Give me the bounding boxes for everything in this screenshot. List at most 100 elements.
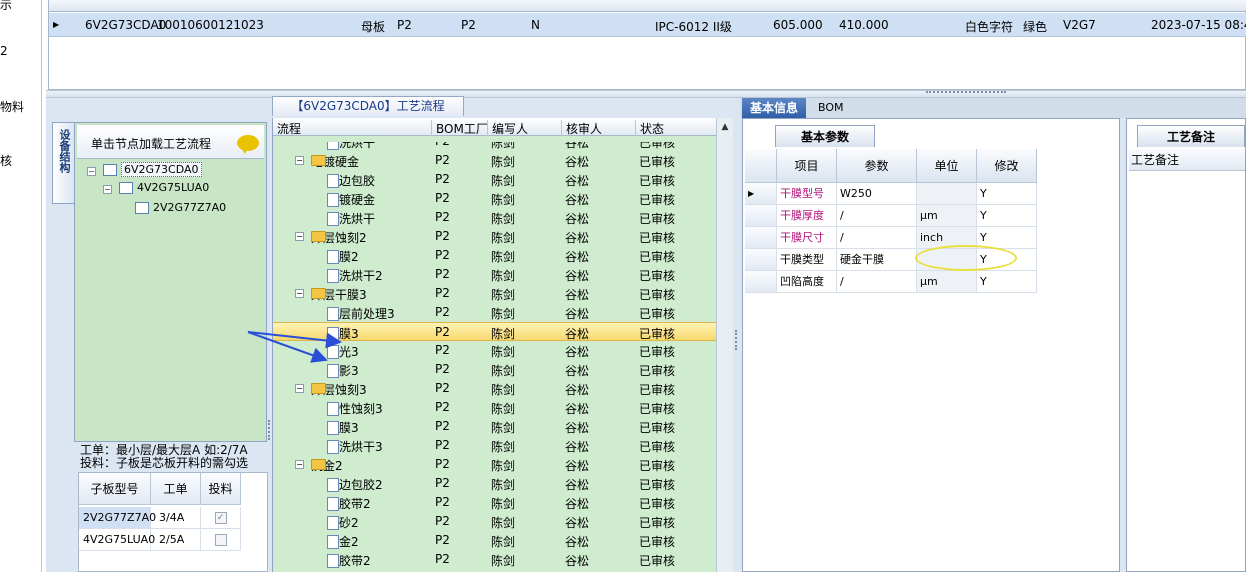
cell-sub-model[interactable]: 4V2G75LUA0 (79, 529, 155, 551)
cell-param[interactable]: / (837, 271, 917, 293)
process-row[interactable]: 电镀硬金 P2 陈剑 谷松 已审核 (273, 189, 716, 208)
col-header-factory[interactable]: BOM工厂 (431, 120, 488, 136)
process-row[interactable]: 板边包胶2 P2 陈剑 谷松 已审核 (273, 474, 716, 493)
cell-unit[interactable]: μm (917, 271, 977, 293)
tree-node-label: 2V2G77Z7A0 (153, 201, 227, 214)
checkbox[interactable]: ✓ (214, 512, 227, 524)
col-header-item[interactable]: 项目 (777, 149, 837, 183)
process-row[interactable]: − 外层干膜3 P2 陈剑 谷松 已审核 (273, 284, 716, 303)
collapse-icon[interactable]: − (87, 167, 96, 176)
process-row[interactable]: 退膜2 P2 陈剑 谷松 已审核 (273, 246, 716, 265)
tree-title: 单击节点加载工艺流程 (91, 137, 212, 151)
cell-item[interactable]: 干膜型号 (777, 183, 837, 205)
collapse-icon[interactable]: − (295, 384, 304, 393)
cell-unit[interactable]: μm (917, 205, 977, 227)
cell-sub-model[interactable]: 2V2G77Z7A0 (79, 507, 156, 529)
row-indicator[interactable] (745, 249, 777, 271)
order-grid-row[interactable]: ▶ 6V2G73CDA0 10010600121023 母板 P2 P2 N I… (49, 13, 1246, 37)
process-name: 外层干膜3 (311, 286, 367, 303)
speech-bubble-icon[interactable] (237, 135, 259, 154)
cell-item[interactable]: 干膜厚度 (777, 205, 837, 227)
left-strip-text[interactable]: 物料 (0, 98, 24, 115)
feed-checkbox[interactable]: ✓ (201, 507, 241, 529)
row-indicator[interactable] (745, 227, 777, 249)
node-icon (119, 182, 133, 194)
col-header[interactable]: 投料 (201, 473, 241, 505)
process-row[interactable]: 沉金2 P2 陈剑 谷松 已审核 (273, 531, 716, 550)
collapse-icon[interactable]: − (295, 156, 304, 165)
cell-status: 已审核 (639, 231, 676, 245)
cell-param[interactable]: 硬金干膜 (837, 249, 917, 271)
cell-status: 已审核 (639, 459, 676, 473)
collapse-icon[interactable]: − (295, 289, 304, 298)
splitter-grip[interactable] (735, 330, 739, 350)
cell-edit[interactable]: Y (977, 271, 1037, 293)
cell-order-factory: P2 (397, 18, 412, 32)
row-indicator[interactable] (745, 205, 777, 227)
process-row[interactable]: − 沉金2 P2 陈剑 谷松 已审核 (273, 455, 716, 474)
process-row[interactable]: 撕胶带2 P2 陈剑 谷松 已审核 (273, 550, 716, 569)
cell-item[interactable]: 凹陷高度 (777, 271, 837, 293)
cell-factory: P2 (435, 362, 450, 376)
checkbox[interactable] (214, 534, 227, 546)
scroll-up-icon[interactable]: ▲ (717, 118, 733, 136)
cell-edit[interactable]: Y (977, 183, 1037, 205)
cell-param[interactable]: W250 (837, 183, 917, 205)
process-row[interactable]: 水洗烘干2 P2 陈剑 谷松 已审核 (273, 265, 716, 284)
left-strip-text[interactable]: 核 (0, 152, 12, 169)
process-row[interactable]: 水洗烘干 P2 陈剑 谷松 已审核 (273, 142, 716, 151)
vertical-scrollbar[interactable]: ▲ (716, 118, 733, 572)
process-row[interactable]: − 电镀硬金 P2 陈剑 谷松 已审核 (273, 151, 716, 170)
process-row[interactable]: 碱性蚀刻3 P2 陈剑 谷松 已审核 (273, 398, 716, 417)
tab-basic-params[interactable]: 基本参数 (775, 125, 875, 147)
tab-structure[interactable]: 设备结构 (52, 122, 74, 204)
folder-icon (311, 383, 326, 394)
col-header-unit[interactable]: 单位 (917, 149, 977, 183)
cell-factory: P2 (435, 381, 450, 395)
col-header[interactable]: 子板型号 (79, 473, 151, 505)
process-row[interactable]: − 外层蚀刻2 P2 陈剑 谷松 已审核 (273, 227, 716, 246)
process-row[interactable]: 板边包胶 P2 陈剑 谷松 已审核 (273, 170, 716, 189)
cell-status: 已审核 (639, 307, 676, 321)
process-name: 撕胶带2 (327, 552, 371, 569)
row-indicator[interactable]: ▶ (745, 183, 777, 205)
tab-bom[interactable]: BOM (818, 101, 844, 114)
cell-param[interactable]: / (837, 205, 917, 227)
cell-param[interactable]: / (837, 227, 917, 249)
tree-node[interactable]: 6V2G73CDA0 (103, 162, 202, 177)
cell-factory: P2 (435, 153, 450, 167)
col-header-writer[interactable]: 编写人 (487, 120, 528, 136)
horizontal-splitter[interactable] (46, 90, 1246, 98)
tree-node[interactable]: 2V2G77Z7A0 (135, 201, 226, 214)
process-row[interactable]: 贴胶带2 P2 陈剑 谷松 已审核 (273, 493, 716, 512)
collapse-icon[interactable]: − (103, 185, 112, 194)
splitter-grip[interactable] (926, 91, 1006, 97)
col-header-flow[interactable]: 流程 (273, 120, 301, 136)
tab-process-note[interactable]: 工艺备注 (1127, 125, 1246, 147)
col-header[interactable]: 工单 (151, 473, 201, 505)
col-header-param[interactable]: 参数 (837, 149, 917, 183)
collapse-icon[interactable]: − (295, 460, 304, 469)
col-header-edit[interactable]: 修改 (977, 149, 1037, 183)
process-flow-tab[interactable]: 【6V2G73CDA0】工艺流程 (272, 96, 464, 116)
process-row[interactable]: 退膜3 P2 陈剑 谷松 已审核 (273, 417, 716, 436)
process-row[interactable]: 水洗烘干3 P2 陈剑 谷松 已审核 (273, 436, 716, 455)
cell-status: 已审核 (639, 288, 676, 302)
process-row[interactable]: − 外层蚀刻3 P2 陈剑 谷松 已审核 (273, 379, 716, 398)
cell-item[interactable]: 干膜尺寸 (777, 227, 837, 249)
folder-icon (311, 231, 326, 242)
tree-node[interactable]: 4V2G75LUA0 (119, 181, 209, 194)
col-header-checker[interactable]: 核审人 (561, 120, 602, 136)
feed-checkbox[interactable] (201, 529, 241, 551)
col-header-status[interactable]: 状态 (635, 120, 664, 136)
row-indicator[interactable] (745, 271, 777, 293)
process-row[interactable]: 水洗烘干 P2 陈剑 谷松 已审核 (273, 208, 716, 227)
cell-edit[interactable]: Y (977, 205, 1037, 227)
cell-sub-order[interactable]: 2/5A (151, 529, 201, 551)
cell-item[interactable]: 干膜类型 (777, 249, 837, 271)
process-row[interactable]: 喷砂2 P2 陈剑 谷松 已审核 (273, 512, 716, 531)
tab-basic-info[interactable]: 基本信息 (742, 98, 806, 118)
cell-unit[interactable] (917, 183, 977, 205)
collapse-icon[interactable]: − (295, 232, 304, 241)
cell-sub-order[interactable]: 3/4A (151, 507, 201, 529)
